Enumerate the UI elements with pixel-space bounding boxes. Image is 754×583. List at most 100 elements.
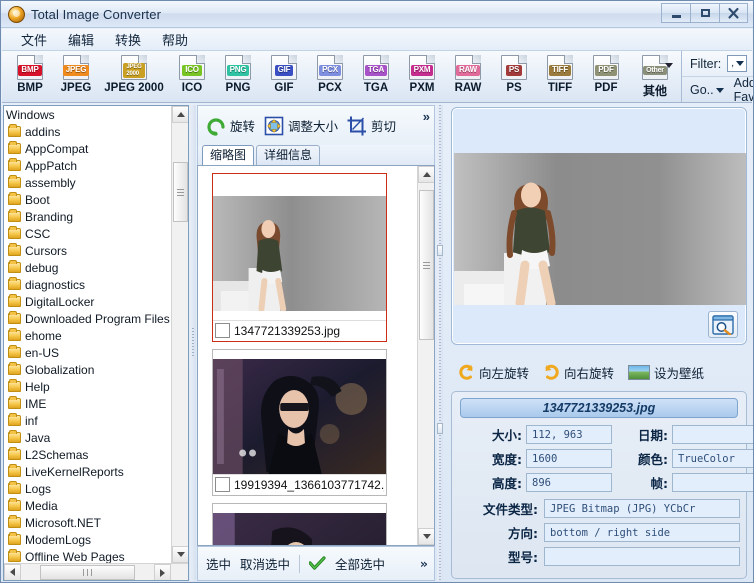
format-button-ps[interactable]: PS PS xyxy=(491,53,537,94)
tree-horizontal-scrollbar[interactable] xyxy=(4,563,188,580)
scroll-thumb[interactable] xyxy=(173,162,188,222)
tree-item-globalization[interactable]: Globalization xyxy=(4,361,171,378)
close-button[interactable] xyxy=(719,3,748,23)
tree-item-ime[interactable]: IME xyxy=(4,395,171,412)
tree-item-digitallocker[interactable]: DigitalLocker xyxy=(4,293,171,310)
tree-item-addins[interactable]: addins xyxy=(4,123,171,140)
menu-item-convert[interactable]: 转换 xyxy=(106,28,150,51)
tree-vertical-scrollbar[interactable] xyxy=(171,106,188,563)
rotate-left-button[interactable]: 向左旋转 xyxy=(455,361,532,384)
tree-item-label: ehome xyxy=(25,328,62,343)
scroll-thumb[interactable] xyxy=(419,190,434,340)
format-button-tiff[interactable]: TIFF TIFF xyxy=(537,53,583,94)
format-button-raw[interactable]: RAW RAW xyxy=(445,53,491,94)
thumbnail-checkbox[interactable] xyxy=(215,477,230,492)
format-button-png[interactable]: PNG PNG xyxy=(215,53,261,94)
format-button--[interactable]: Other 其他 xyxy=(629,53,681,99)
list-item[interactable]: 19919394_1366103771742.j xyxy=(212,349,387,496)
format-button-pdf[interactable]: PDF PDF xyxy=(583,53,629,94)
format-button-ico[interactable]: ICO ICO xyxy=(169,53,215,94)
format-label: TGA xyxy=(363,82,389,94)
thumbnail-list[interactable]: 1347721339253.jpg 19919394_1366103771742… xyxy=(198,166,417,545)
tree-item-l2schemas[interactable]: L2Schemas xyxy=(4,446,171,463)
tree-item-branding[interactable]: Branding xyxy=(4,208,171,225)
tree-item-livekernelreports[interactable]: LiveKernelReports xyxy=(4,463,171,480)
tree-item-logs[interactable]: Logs xyxy=(4,480,171,497)
thumbnail-checkbox[interactable] xyxy=(215,323,230,338)
thumbnail-name-row[interactable]: 1347721339253.jpg xyxy=(213,320,386,341)
tree-item-ehome[interactable]: ehome xyxy=(4,327,171,344)
scroll-up-button[interactable] xyxy=(418,166,434,183)
application-window: Total Image Converter 文件 编辑 转换 帮助 BMP BMP… xyxy=(0,0,754,583)
format-button-gif[interactable]: GIF GIF xyxy=(261,53,307,94)
tree-item-appcompat[interactable]: AppCompat xyxy=(4,140,171,157)
app-logo-icon xyxy=(8,5,25,23)
rotate-tool-button[interactable]: 旋转 xyxy=(202,112,258,140)
zoom-preview-button[interactable] xyxy=(708,311,738,338)
select-all-button[interactable]: 全部选中 xyxy=(335,554,385,573)
crop-tool-button[interactable]: 剪切 xyxy=(343,112,399,140)
format-button-bmp[interactable]: BMP BMP xyxy=(7,53,53,94)
tree-item-apppatch[interactable]: AppPatch xyxy=(4,157,171,174)
scroll-thumb-horizontal[interactable] xyxy=(40,565,135,580)
resize-tool-button[interactable]: 调整大小 xyxy=(260,112,341,140)
list-item[interactable] xyxy=(212,503,387,545)
scroll-down-button[interactable] xyxy=(418,528,434,545)
scroll-down-button[interactable] xyxy=(172,546,188,563)
tree-item-microsoft-net[interactable]: Microsoft.NET xyxy=(4,514,171,531)
tree-item-modemlogs[interactable]: ModemLogs xyxy=(4,531,171,548)
folder-tree-list[interactable]: Windows addins AppCompat AppPatch assembly Bo… xyxy=(4,106,171,564)
menu-item-edit[interactable]: 编辑 xyxy=(59,28,103,51)
format-button-pxm[interactable]: PXM PXM xyxy=(399,53,445,94)
thumbnail-name-row[interactable]: 19919394_1366103771742.j xyxy=(213,474,386,495)
image-preview-box[interactable] xyxy=(451,107,747,345)
format-button-jpeg[interactable]: JPEG JPEG xyxy=(53,53,99,94)
format-button-tga[interactable]: TGA TGA xyxy=(353,53,399,94)
format-tag: ICO xyxy=(182,65,202,76)
tree-item-help[interactable]: Help xyxy=(4,378,171,395)
thumbnail-vertical-scrollbar[interactable] xyxy=(417,166,434,545)
frames-label: 帧: xyxy=(650,476,669,491)
format-toolbar: BMP BMP JPEG JPEG JPEG 2000 JPEG 2000 ICO ICO PNG… xyxy=(2,51,753,104)
scroll-up-button[interactable] xyxy=(172,106,188,123)
tree-item-boot[interactable]: Boot xyxy=(4,191,171,208)
set-wallpaper-button[interactable]: 设为壁纸 xyxy=(625,361,707,384)
folder-icon xyxy=(8,481,21,494)
scroll-left-button[interactable] xyxy=(4,563,21,580)
tree-item-en-us[interactable]: en-US xyxy=(4,344,171,361)
details-grid-primary: 大小: 112, 963 日期: 宽度: 1600 颜色: TrueColor … xyxy=(460,425,753,492)
rotate-right-button[interactable]: 向右旋转 xyxy=(540,361,617,384)
tree-item-media[interactable]: Media xyxy=(4,497,171,514)
toolbar-overflow-button[interactable]: » xyxy=(423,109,430,124)
deselect-button[interactable]: 取消选中 xyxy=(240,554,290,573)
tree-item-assembly[interactable]: assembly xyxy=(4,174,171,191)
status-overflow-button[interactable]: » xyxy=(420,556,428,571)
tab-thumbnails[interactable]: 缩略图 xyxy=(202,145,255,165)
go-dropdown[interactable]: Go.. xyxy=(690,83,724,97)
tree-item-label: Java xyxy=(25,430,51,445)
tree-item-downloaded-program-files[interactable]: Downloaded Program Files xyxy=(4,310,171,327)
tree-item-csc[interactable]: CSC xyxy=(4,225,171,242)
tree-item-inf[interactable]: inf xyxy=(4,412,171,429)
tree-item-cursors[interactable]: Cursors xyxy=(4,242,171,259)
menu-item-help[interactable]: 帮助 xyxy=(153,28,197,51)
maximize-button[interactable] xyxy=(690,3,719,23)
minimize-button[interactable] xyxy=(661,3,690,23)
select-button[interactable]: 选中 xyxy=(206,554,231,573)
tree-item-root[interactable]: Windows xyxy=(4,106,171,123)
tree-item-diagnostics[interactable]: diagnostics xyxy=(4,276,171,293)
list-item[interactable]: 1347721339253.jpg xyxy=(212,173,387,342)
tree-item-debug[interactable]: debug xyxy=(4,259,171,276)
tab-details[interactable]: 详细信息 xyxy=(256,145,321,165)
menu-item-file[interactable]: 文件 xyxy=(12,28,56,51)
filter-combo[interactable]: , xyxy=(727,55,747,72)
left-splitter[interactable] xyxy=(190,105,196,581)
format-button-pcx[interactable]: PCX PCX xyxy=(307,53,353,94)
tree-item-offline-web-pages[interactable]: Offline Web Pages xyxy=(4,548,171,563)
format-button-jpeg-2000[interactable]: JPEG 2000 JPEG 2000 xyxy=(99,53,169,94)
add-favorite-button[interactable]: Add Favorite xyxy=(734,76,753,104)
color-value: TrueColor xyxy=(672,449,753,468)
scroll-right-button[interactable] xyxy=(154,564,171,580)
tree-item-java[interactable]: Java xyxy=(4,429,171,446)
filter-row: Filter: , 定义操作 xyxy=(682,51,753,77)
